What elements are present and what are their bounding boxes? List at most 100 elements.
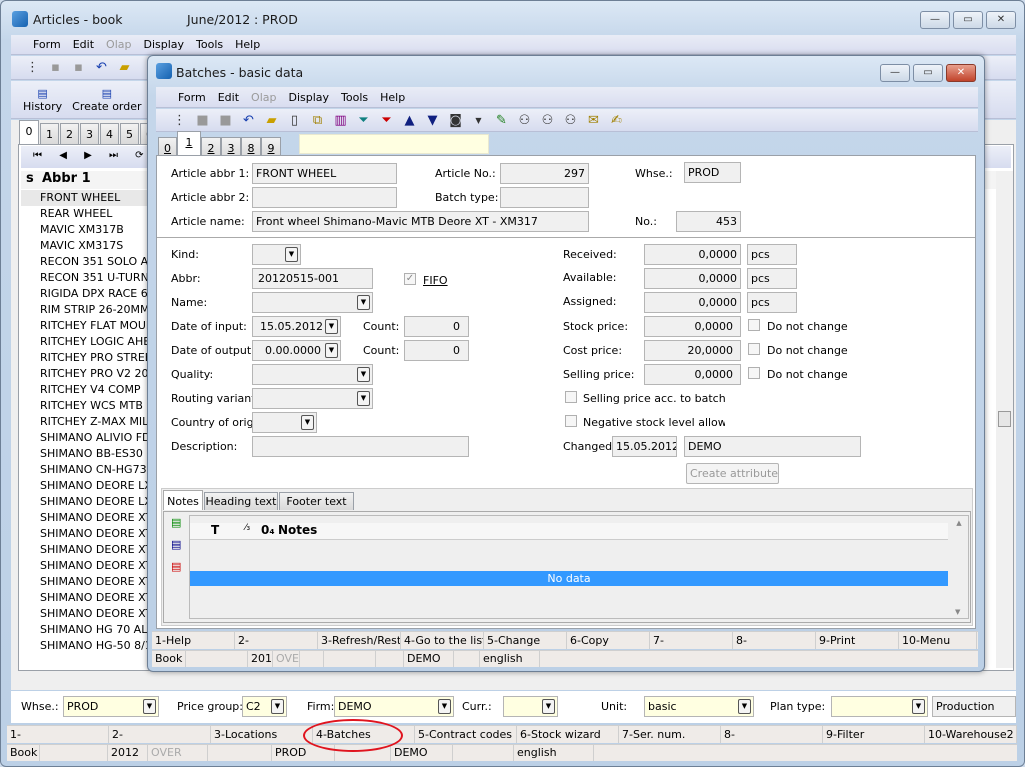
next-record-icon[interactable]: ▶ — [84, 150, 92, 161]
kind-select[interactable]: ▼ — [252, 244, 301, 265]
undo-icon[interactable]: ↶ — [239, 111, 258, 130]
dialog-maximize-button[interactable]: ▭ — [913, 64, 943, 82]
menu-display[interactable]: Display — [282, 91, 335, 104]
notes-scrollbar[interactable]: ▲ ▼ — [950, 516, 968, 618]
minimize-button[interactable]: — — [920, 11, 950, 29]
menu-help[interactable]: Help — [374, 91, 411, 104]
tab-3[interactable]: 3 — [80, 123, 99, 144]
edit-note-icon[interactable]: ▤ — [171, 538, 181, 551]
cost-price-do-not-change-checkbox[interactable] — [748, 343, 760, 355]
count1-field[interactable]: 0 — [404, 316, 469, 337]
batch-type-field[interactable] — [500, 187, 589, 208]
find-next-icon[interactable]: ⚇ — [561, 111, 580, 130]
fkey-4[interactable]: 5-Contract codes — [415, 726, 517, 743]
list-item[interactable]: RITCHEY PRO V2 2014 — [40, 366, 150, 382]
mail-icon[interactable]: ✉ — [584, 111, 603, 130]
fkey-1[interactable]: 2- — [235, 632, 318, 649]
notes-tab[interactable]: Notes — [163, 490, 203, 510]
whse-select[interactable]: PROD ▼ — [63, 696, 159, 717]
list-item[interactable]: RITCHEY PRO STREEM — [40, 350, 150, 366]
new-document-icon[interactable]: ▯ — [285, 111, 304, 130]
no-field[interactable]: 453 — [676, 211, 741, 232]
footer-text-tab[interactable]: Footer text — [279, 492, 354, 510]
list-item[interactable]: SHIMANO DEORE XT H — [40, 558, 150, 574]
article-name-field[interactable]: Front wheel Shimano-Mavic MTB Deore XT -… — [252, 211, 589, 232]
fkey-0[interactable]: 1- — [7, 726, 109, 743]
curr-select[interactable]: ▼ — [503, 696, 558, 717]
menu-form[interactable]: Form — [172, 91, 212, 104]
selling-price-do-not-change-checkbox[interactable] — [748, 367, 760, 379]
assigned-field[interactable]: 0,0000 — [644, 292, 741, 313]
selling-acc-batch-checkbox[interactable] — [565, 391, 577, 403]
col-notes[interactable]: Notes — [278, 523, 317, 537]
list-item[interactable]: RITCHEY WCS MTB — [40, 398, 150, 414]
arrow-down-icon[interactable]: ▼ — [423, 111, 442, 130]
col-04[interactable]: 0₄ — [261, 523, 275, 537]
list-item[interactable]: SHIMANO CN-HG73 — [40, 462, 150, 478]
tree-icon[interactable]: ⋮ — [170, 111, 189, 130]
name-select[interactable]: ▼ — [252, 292, 373, 313]
tab-1[interactable]: 1 — [40, 123, 59, 144]
col-t[interactable]: T — [211, 523, 219, 537]
date-output-field[interactable]: 0.00.0000 ▼ — [252, 340, 341, 361]
available-field[interactable]: 0,0000 — [644, 268, 741, 289]
list-item[interactable]: RITCHEY LOGIC AHEA — [40, 334, 150, 350]
fkey-4[interactable]: 5-Change — [484, 632, 567, 649]
fkey-5[interactable]: 6-Stock wizard — [517, 726, 619, 743]
description-field[interactable] — [252, 436, 469, 457]
fkey-8[interactable]: 9-Filter — [823, 726, 925, 743]
list-item[interactable]: SHIMANO DEORE XT H — [40, 574, 150, 590]
fkey-7[interactable]: 8- — [721, 726, 823, 743]
list-item[interactable]: SHIMANO DEORE XT F — [40, 510, 150, 526]
refresh-icon[interactable]: ⟳ — [135, 150, 143, 161]
firm-select[interactable]: DEMO ▼ — [334, 696, 454, 717]
menu-display[interactable]: Display — [137, 38, 190, 51]
received-field[interactable]: 0,0000 — [644, 244, 741, 265]
fkey-7[interactable]: 8- — [733, 632, 816, 649]
col-abbr1[interactable]: Abbr 1 — [42, 171, 91, 186]
dialog-close-button[interactable]: ✕ — [946, 64, 976, 82]
tree-icon[interactable]: ⋮ — [23, 58, 42, 77]
list-item[interactable]: SHIMANO HG 70 ALIVI — [40, 622, 150, 638]
country-select[interactable]: ▼ — [252, 412, 317, 433]
find-prev-icon[interactable]: ⚇ — [538, 111, 557, 130]
filter-list-icon[interactable]: ⏷ — [377, 111, 396, 130]
filter-icon[interactable]: ⏷ — [354, 111, 373, 130]
dropdown-arrow-icon[interactable]: ▼ — [469, 111, 488, 130]
binoculars-icon[interactable]: ⚇ — [515, 111, 534, 130]
list-item[interactable]: RECON 351 SOLO AIR — [40, 254, 150, 270]
fkey-8[interactable]: 9-Print — [816, 632, 899, 649]
list-item[interactable]: SHIMANO BB-ES30 BS — [40, 446, 150, 462]
col-s[interactable]: s — [26, 171, 34, 186]
delete-note-icon[interactable]: ▤ — [171, 560, 181, 573]
tab-1[interactable]: 1 — [177, 131, 201, 155]
abbr-field[interactable]: 20120515-001 — [252, 268, 373, 289]
list-item[interactable]: SHIMANO DEORE XT F — [40, 542, 150, 558]
list-item[interactable]: SHIMANO ALIVIO FD-M — [40, 430, 150, 446]
article-abbr2-field[interactable] — [252, 187, 397, 208]
heading-text-tab[interactable]: Heading text — [204, 492, 278, 510]
fkey-9[interactable]: 10-Warehouse2 — [925, 726, 1017, 743]
menu-olap[interactable]: Olap — [100, 38, 137, 51]
list-item[interactable]: SHIMANO HG-50 8/12 — [40, 638, 150, 654]
fkey-6[interactable]: 7- — [650, 632, 733, 649]
excel-export-icon[interactable]: ✎ — [492, 111, 511, 130]
save-as-icon[interactable]: ■ — [216, 111, 235, 130]
fkey-6[interactable]: 7-Ser. num. — [619, 726, 721, 743]
article-abbr1-field[interactable]: FRONT WHEEL — [252, 163, 397, 184]
list-item[interactable]: REAR WHEEL — [40, 206, 150, 222]
list-item[interactable]: RECON 351 U-TURN 8 — [40, 270, 150, 286]
fkey-1[interactable]: 2- — [109, 726, 211, 743]
menu-tools[interactable]: Tools — [190, 38, 229, 51]
notepad-icon[interactable]: ✍ — [607, 111, 626, 130]
list-item[interactable]: SHIMANO DEORE XT F — [40, 590, 150, 606]
list-item[interactable]: SHIMANO DEORE LX H — [40, 494, 150, 510]
last-record-icon[interactable]: ⏭ — [109, 150, 118, 161]
fkey-9[interactable]: 10-Menu — [899, 632, 977, 649]
close-button[interactable]: ✕ — [986, 11, 1016, 29]
article-no-field[interactable]: 297 — [500, 163, 589, 184]
save-icon[interactable]: ■ — [193, 111, 212, 130]
list-item[interactable]: MAVIC XM317S — [40, 238, 150, 254]
price-group-select[interactable]: C2 ▼ — [242, 696, 287, 717]
tab-4[interactable]: 4 — [100, 123, 119, 144]
